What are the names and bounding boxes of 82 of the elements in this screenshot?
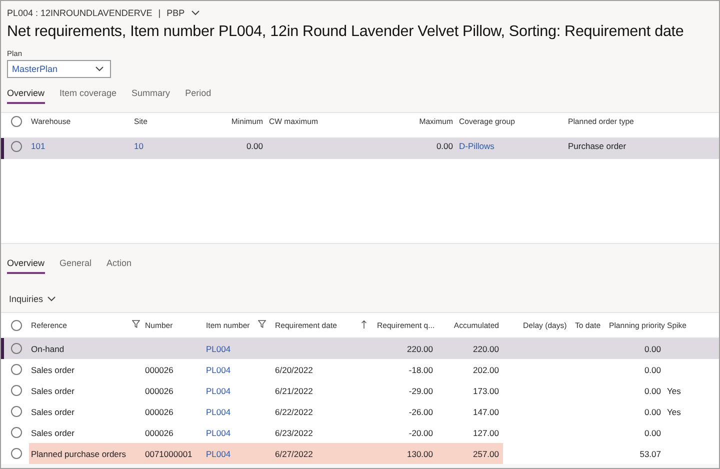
table-cell-text: -20.00 — [408, 428, 434, 438]
table-cell-text: PL004 — [205, 448, 232, 458]
tab[interactable]: Item coverage — [60, 88, 117, 104]
table-cell-text: 202.00 — [472, 364, 500, 374]
table-cell-text: 6/21/2022 — [274, 386, 314, 396]
tab[interactable]: Period — [185, 88, 212, 104]
table-cell-text: 10 — [133, 141, 144, 151]
row-select-radio[interactable] — [11, 427, 22, 438]
table-cell-text: 6/22/2022 — [274, 406, 314, 416]
table-cell-text: Purchase order — [567, 141, 628, 151]
table-cell-text: 130.00 — [406, 448, 434, 458]
row-select-radio[interactable] — [11, 406, 22, 417]
table-cell-text: 0.00 — [643, 406, 662, 416]
tab[interactable]: Overview — [7, 258, 45, 274]
table-cell-text: PL004 — [205, 406, 232, 416]
table-cell-text: 0.00 — [435, 141, 454, 151]
chevron-down-icon — [95, 66, 104, 72]
table-cell-text: 220.00 — [406, 344, 434, 354]
table-cell-text: 6/23/2022 — [274, 428, 314, 438]
select-all-radio[interactable] — [11, 320, 22, 330]
row-select-radio[interactable] — [11, 140, 22, 152]
table-cell-text: Sales order — [30, 386, 76, 396]
table-cell-text: PL004 — [205, 344, 232, 354]
table-cell-text: Sales order — [30, 428, 76, 438]
table-cell-text: 000026 — [144, 428, 174, 438]
filter-icon[interactable] — [132, 320, 140, 328]
plan-dropdown[interactable]: MasterPlan — [7, 60, 111, 78]
table-cell-text: PL004 — [205, 428, 232, 438]
table-cell-text: 127.00 — [472, 428, 500, 438]
tab[interactable]: General — [60, 258, 92, 274]
table-cell-text: 6/27/2022 — [274, 448, 314, 458]
table-row[interactable]: On-hand PL004 220.00 220.00 0.00 — [1, 338, 719, 359]
table-cell-text: Sales order — [30, 406, 76, 416]
table-row[interactable]: Sales order 000026 PL004 6/22/2022 -26.00 147.00 0.00 Yes — [1, 401, 719, 422]
chevron-down-icon — [190, 10, 200, 16]
table-cell-text: Sales order — [30, 364, 76, 374]
row-select-radio[interactable] — [11, 364, 22, 375]
inquiries-menu[interactable]: Inquiries — [9, 294, 44, 304]
row-select-radio[interactable] — [11, 448, 22, 459]
company-selector[interactable]: PBP — [166, 8, 185, 18]
table-cell-text: 101 — [30, 141, 46, 151]
table-cell-text: 000026 — [144, 386, 174, 396]
table-cell-text: PL004 — [205, 364, 232, 374]
breadcrumb-item[interactable]: PL004 : 12INROUNDLAVENDERVE — [7, 8, 152, 18]
row-select-radio[interactable] — [11, 343, 22, 354]
table-cell-text: 147.00 — [472, 406, 500, 416]
table-cell-text: 000026 — [144, 406, 174, 416]
table-cell-text: 000026 — [144, 364, 174, 374]
table-cell-text: -26.00 — [408, 406, 434, 416]
table-cell-text: 173.00 — [472, 386, 500, 396]
table-cell-text: On-hand — [30, 344, 66, 354]
chevron-down-icon — [47, 296, 56, 302]
table-row[interactable]: Sales order 000026 PL004 6/20/2022 -18.00 202.00 0.00 — [1, 359, 719, 380]
breadcrumb-separator: | — [158, 8, 161, 18]
row-select-radio[interactable] — [11, 385, 22, 396]
tab[interactable]: Action — [106, 258, 132, 274]
table-cell-text: 53.07 — [638, 448, 662, 458]
table-cell-text: 257.00 — [472, 448, 500, 458]
table-cell-text: 0071000001 — [144, 448, 194, 458]
table-cell-text: 0.00 — [643, 364, 662, 374]
table-cell-text: Planned purchase orders — [30, 448, 127, 458]
table-cell-text: PL004 — [205, 386, 232, 396]
table-row[interactable]: Sales order 000026 PL004 6/23/2022 -20.00 127.00 0.00 — [1, 422, 719, 443]
select-all-radio[interactable] — [11, 116, 22, 128]
table-row[interactable]: Sales order 000026 PL004 6/21/2022 -29.00 173.00 0.00 Yes — [1, 380, 719, 401]
sort-arrow-icon[interactable] — [361, 320, 367, 328]
table-cell-text: 6/20/2022 — [274, 364, 314, 374]
tab[interactable]: Overview — [7, 88, 45, 104]
table-row[interactable]: 101 10 0.00 0.00 D-Pillows Purchase order — [1, 138, 719, 159]
table-cell-text: -29.00 — [408, 386, 434, 396]
tab[interactable]: Summary — [132, 88, 170, 104]
table-cell-text: Yes — [666, 386, 682, 396]
page-title: Net requirements, Item number PL004, 12in Round Lavender Velvet Pillow, Sorting: Requirement date — [6, 22, 685, 41]
table-cell-text: 220.00 — [472, 344, 500, 354]
table-cell-text: 0.00 — [245, 141, 264, 151]
table-cell-text: D-Pillows — [458, 141, 496, 151]
filter-icon[interactable] — [258, 320, 266, 328]
table-cell-text: 0.00 — [643, 386, 662, 396]
table-cell-text: Yes — [666, 406, 682, 416]
table-cell-text: 0.00 — [643, 428, 662, 438]
table-cell-text: 0.00 — [643, 344, 662, 354]
table-cell-text: -18.00 — [408, 364, 434, 374]
